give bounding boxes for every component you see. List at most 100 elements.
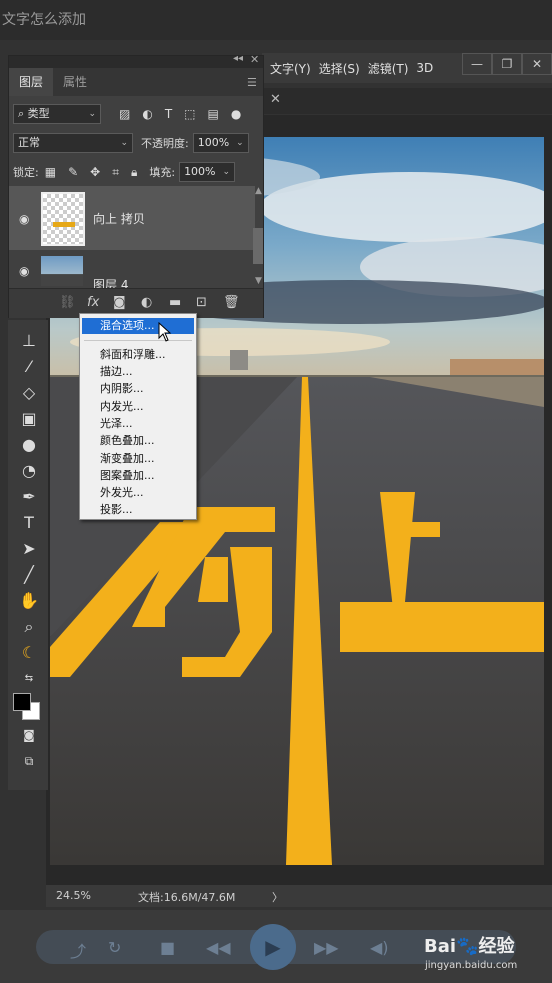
chevron-down-icon: ⌄	[88, 109, 96, 119]
lock-image-icon[interactable]: ✎	[68, 165, 78, 179]
menu-select[interactable]: 选择(S)	[319, 60, 360, 77]
volume-icon[interactable]: ◀)	[370, 938, 389, 957]
lock-all-icon[interactable]: 🔒︎	[131, 165, 137, 180]
restore-button[interactable]: ❐	[492, 53, 522, 75]
document-tab-bar	[262, 88, 552, 114]
stamp-tool-icon[interactable]: ⊥	[18, 330, 40, 352]
lock-transparent-icon[interactable]: ▦	[45, 165, 56, 179]
opacity-label: 不透明度:	[141, 137, 189, 150]
layer-name[interactable]: 向上 拷贝	[93, 210, 145, 227]
loop-icon[interactable]: ⤴	[70, 938, 86, 962]
layer-row[interactable]: ◉ 图层 4	[9, 252, 255, 288]
blend-row: 正常 ⌄ 不透明度: 100% ⌄	[13, 133, 261, 153]
zoom-level[interactable]: 24.5%	[56, 889, 91, 902]
video-player-controls: ⤴ ↻ ■ ◀◀ ▶ ▶▶ ◀) Bai🐾经验 jingyan.baidu.co…	[0, 910, 552, 983]
lock-row: 锁定: ▦ ✎ ✥ ⌗ 🔒︎ 填充: 100% ⌄	[13, 162, 261, 182]
blur-tool-icon[interactable]: ●	[18, 434, 40, 456]
menu-item-drop-shadow[interactable]: 投影...	[100, 502, 133, 518]
window-controls: — ❐ ✕	[462, 53, 552, 75]
swap-colors-icon[interactable]: ⇆	[18, 668, 40, 690]
menu-filter[interactable]: 滤镜(T)	[368, 60, 409, 77]
layers-scrollbar[interactable]	[253, 228, 263, 264]
pen-tool-icon[interactable]: ✒	[18, 486, 40, 508]
type-tool-icon[interactable]: T	[18, 512, 40, 534]
layer-thumbnail	[41, 256, 83, 286]
screen-mode-icon[interactable]: ⧉	[18, 750, 40, 772]
filter-row: ⌕ 类型 ⌄ ▨ ◐ T ⬚ ▤ ●	[13, 104, 261, 124]
path-select-tool-icon[interactable]: ➤	[18, 538, 40, 560]
document-info: 文档:16.6M/47.6M	[138, 891, 236, 904]
tab-properties[interactable]: 属性	[53, 68, 97, 96]
type-filter-icon[interactable]: T	[165, 107, 172, 121]
fill-input[interactable]: 100% ⌄	[179, 162, 236, 182]
stop-icon[interactable]: ■	[160, 938, 175, 957]
edit-toolbar-icon[interactable]: ☾	[18, 642, 40, 664]
collapse-panel-icon[interactable]: ◂◂	[233, 53, 243, 64]
pixel-filter-icon[interactable]: ▨	[119, 107, 130, 121]
hand-tool-icon[interactable]: ✋	[18, 590, 40, 612]
menu-3d[interactable]: 3D	[416, 61, 433, 75]
minimize-button[interactable]: —	[462, 53, 492, 75]
lock-artboard-icon[interactable]: ⌗	[112, 165, 119, 180]
menu-item-outer-glow[interactable]: 外发光...	[100, 485, 144, 501]
visibility-eye-icon[interactable]: ◉	[19, 212, 29, 226]
zoom-tool-icon[interactable]: ⌕	[18, 616, 40, 638]
group-folder-icon[interactable]: ▬	[169, 295, 181, 310]
panel-menu-icon[interactable]: ☰	[247, 76, 257, 89]
menu-item-gradient-overlay[interactable]: 渐变叠加...	[100, 451, 155, 467]
layer-style-menu: 混合选项... 斜面和浮雕... 描边... 内阴影... 内发光... 光泽.…	[79, 313, 197, 520]
shape-filter-icon[interactable]: ⬚	[184, 107, 195, 121]
refresh-icon[interactable]: ↻	[108, 938, 121, 957]
filter-toggle-icon[interactable]: ●	[231, 107, 241, 121]
close-button[interactable]: ✕	[522, 53, 552, 75]
layer-row[interactable]: ◉ 向上 拷贝	[9, 186, 255, 250]
smart-object-filter-icon[interactable]: ▤	[208, 107, 219, 121]
chevron-down-icon: ⌄	[120, 138, 128, 148]
menu-item-blending-options[interactable]: 混合选项...	[82, 318, 194, 334]
new-layer-icon[interactable]: ⊡	[196, 295, 207, 310]
menu-item-inner-glow[interactable]: 内发光...	[100, 399, 144, 415]
scroll-down-icon[interactable]: ▼	[255, 276, 262, 286]
lock-position-icon[interactable]: ✥	[90, 165, 100, 179]
add-mask-icon[interactable]: ◙	[113, 295, 126, 310]
doc-tab-close-icon[interactable]: ✕	[270, 92, 281, 107]
scroll-up-icon[interactable]: ▲	[255, 186, 262, 196]
menu-type[interactable]: 文字(Y)	[270, 60, 311, 77]
tab-layers[interactable]: 图层	[9, 68, 54, 96]
menu-item-stroke[interactable]: 描边...	[100, 364, 133, 380]
panel-tabs: 图层 属性 ☰	[9, 68, 263, 96]
lock-label: 锁定:	[13, 166, 39, 179]
opacity-value: 100%	[197, 136, 230, 149]
play-button[interactable]: ▶	[250, 924, 296, 970]
fx-icon[interactable]: fx	[87, 295, 99, 310]
foreground-color-swatch[interactable]	[13, 693, 31, 711]
blend-mode-select[interactable]: 正常 ⌄	[13, 133, 133, 153]
menu-item-color-overlay[interactable]: 颜色叠加...	[100, 433, 155, 449]
fast-forward-icon[interactable]: ▶▶	[314, 938, 339, 957]
history-brush-icon[interactable]: ⁄	[18, 356, 40, 378]
rewind-icon[interactable]: ◀◀	[206, 938, 231, 957]
gradient-tool-icon[interactable]: ▣	[18, 408, 40, 430]
link-layers-icon[interactable]: ⛓	[59, 295, 76, 310]
menu-item-pattern-overlay[interactable]: 图案叠加...	[100, 468, 155, 484]
eraser-tool-icon[interactable]: ◇	[18, 382, 40, 404]
mouse-cursor-icon	[158, 322, 172, 342]
layer-thumbnail	[41, 192, 85, 246]
opacity-input[interactable]: 100% ⌄	[192, 133, 249, 153]
menu-item-inner-shadow[interactable]: 内阴影...	[100, 381, 144, 397]
menu-item-bevel-emboss[interactable]: 斜面和浮雕...	[100, 347, 166, 363]
close-panel-icon[interactable]: ✕	[250, 53, 259, 66]
dodge-tool-icon[interactable]: ◔	[18, 460, 40, 482]
adjustment-filter-icon[interactable]: ◐	[142, 107, 152, 121]
menu-item-satin[interactable]: 光泽...	[100, 416, 133, 432]
status-menu-arrow-icon[interactable]: 〉	[272, 889, 283, 905]
visibility-eye-icon[interactable]: ◉	[19, 264, 29, 278]
menu-separator	[84, 340, 192, 341]
line-tool-icon[interactable]: ╱	[18, 564, 40, 586]
adjustment-layer-icon[interactable]: ◐	[141, 295, 152, 310]
quick-mask-icon[interactable]: ◙	[18, 724, 40, 746]
fill-label: 填充:	[149, 166, 176, 179]
trash-icon[interactable]: 🗑︎	[223, 295, 240, 310]
layer-filter-select[interactable]: ⌕ 类型 ⌄	[13, 104, 101, 124]
layer-name[interactable]: 图层 4	[93, 276, 128, 288]
